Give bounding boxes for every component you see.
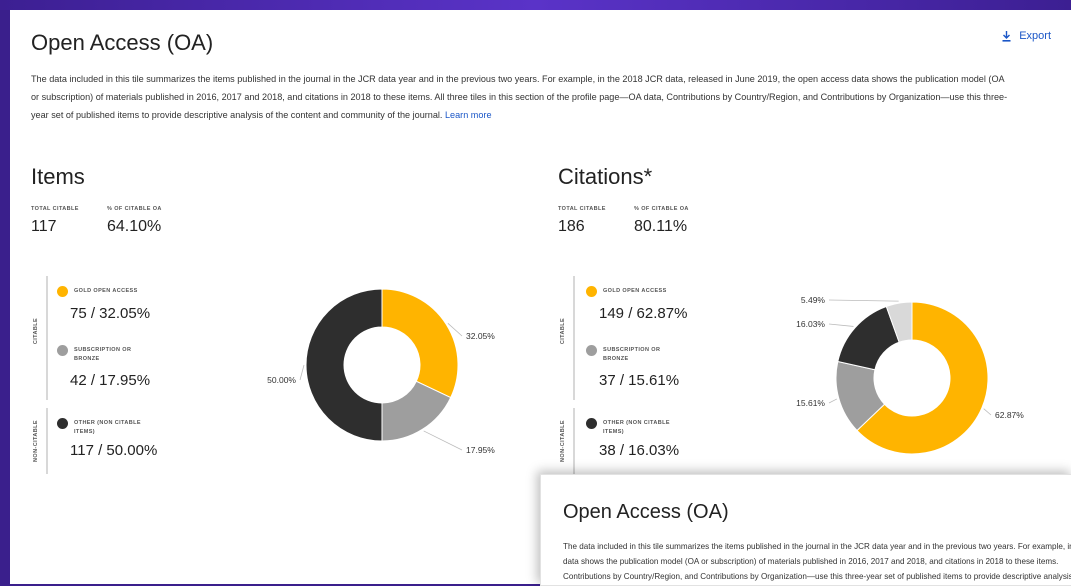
citations-total-citable-label: TOTAL CITABLE	[558, 206, 606, 212]
citations-leader-2	[828, 323, 854, 327]
description-text: The data included in this tile summarize…	[31, 74, 1008, 120]
citations-leader-3	[828, 299, 899, 302]
items-other-value: 117 / 50.00%	[70, 442, 158, 459]
items-total-citable-value: 117	[31, 218, 57, 235]
export-button[interactable]: Export	[1002, 30, 1051, 42]
export-label: Export	[1019, 30, 1051, 42]
citations-donut-chart: 62.87% 15.61% 16.03% 5.49%	[796, 295, 1024, 455]
citations-noncitable-label: NON-CITABLE	[560, 420, 566, 462]
items-gold-value: 75 / 32.05%	[70, 305, 151, 322]
items-data-label-0: 32.05%	[466, 331, 495, 341]
citations-subscription-value: 37 / 15.61%	[599, 372, 680, 389]
items-data-label-1: 17.95%	[466, 445, 495, 455]
items-donut-chart: 32.05% 17.95% 50.00%	[267, 288, 495, 455]
citations-gold-dot	[586, 286, 597, 297]
items-citable-label: CITABLE	[33, 317, 39, 345]
learn-more-link[interactable]: Learn more	[445, 110, 492, 120]
citations-other-dot	[586, 418, 597, 429]
overlay-desc-line-1: The data included in this tile summarize…	[563, 542, 1071, 551]
items-subscription-dot	[57, 345, 68, 356]
items-data-label-2: 50.00%	[267, 375, 296, 385]
citations-total-citable-value: 186	[558, 218, 585, 235]
items-pct-oa-value: 64.10%	[107, 218, 162, 235]
page-title: Open Access (OA)	[31, 30, 214, 55]
items-leader-2	[299, 364, 305, 381]
citations-leader-1	[828, 398, 838, 404]
citations-pct-oa-value: 80.11%	[634, 218, 688, 235]
items-pct-oa-label: % OF CITABLE OA	[107, 206, 162, 212]
items-gold-label: GOLD OPEN ACCESS	[74, 288, 138, 294]
items-slice-0[interactable]	[381, 288, 459, 399]
overlay-description: The data included in this tile summarize…	[563, 539, 1071, 584]
items-gold-dot	[57, 286, 68, 297]
citations-gold-label: GOLD OPEN ACCESS	[603, 288, 667, 294]
items-title: Items	[31, 164, 85, 189]
items-noncitable-bracket	[46, 408, 48, 474]
citations-data-label-0: 62.87%	[995, 410, 1024, 420]
citations-subscription-label: SUBSCRIPTION OR BRONZE	[603, 347, 661, 362]
items-total-citable-label: TOTAL CITABLE	[31, 206, 79, 212]
items-noncitable-label: NON-CITABLE	[33, 420, 39, 462]
citations-data-label-1: 15.61%	[796, 398, 825, 408]
items-subscription-value: 42 / 17.95%	[70, 372, 151, 389]
items-subscription-label: SUBSCRIPTION OR BRONZE	[74, 347, 132, 362]
citations-citable-label: CITABLE	[560, 317, 566, 345]
items-other-label: OTHER (NON CITABLE ITEMS)	[74, 420, 141, 435]
citations-title: Citations*	[558, 164, 653, 189]
overlay-card: Open Access (OA) The data included in th…	[540, 474, 1071, 586]
overlay-desc-line-2: data shows the publication model (OA or …	[563, 557, 1059, 566]
window-frame	[0, 0, 1071, 10]
citations-data-label-3: 5.49%	[801, 295, 826, 305]
citations-leader-0	[983, 408, 992, 416]
citations-gold-value: 149 / 62.87%	[599, 305, 688, 322]
overlay-desc-line-3: Contributions by Country/Region, and Con…	[563, 572, 1071, 581]
citations-noncitable-bracket	[573, 408, 575, 474]
overlay-title: Open Access (OA)	[563, 501, 729, 523]
citations-data-label-2: 16.03%	[796, 319, 825, 329]
description: The data included in this tile summarize…	[31, 70, 1011, 124]
citations-subscription-dot	[586, 345, 597, 356]
citations-citable-bracket	[573, 276, 575, 400]
download-icon	[1002, 30, 1011, 42]
citations-pct-oa-label: % OF CITABLE OA	[634, 206, 689, 212]
items-slice-2[interactable]	[305, 288, 383, 442]
items-citable-bracket	[46, 276, 48, 400]
items-other-dot	[57, 418, 68, 429]
items-leader-1	[423, 430, 463, 451]
citations-other-value: 38 / 16.03%	[599, 442, 680, 459]
citations-other-label: OTHER (NON CITABLE ITEMS)	[603, 420, 670, 435]
